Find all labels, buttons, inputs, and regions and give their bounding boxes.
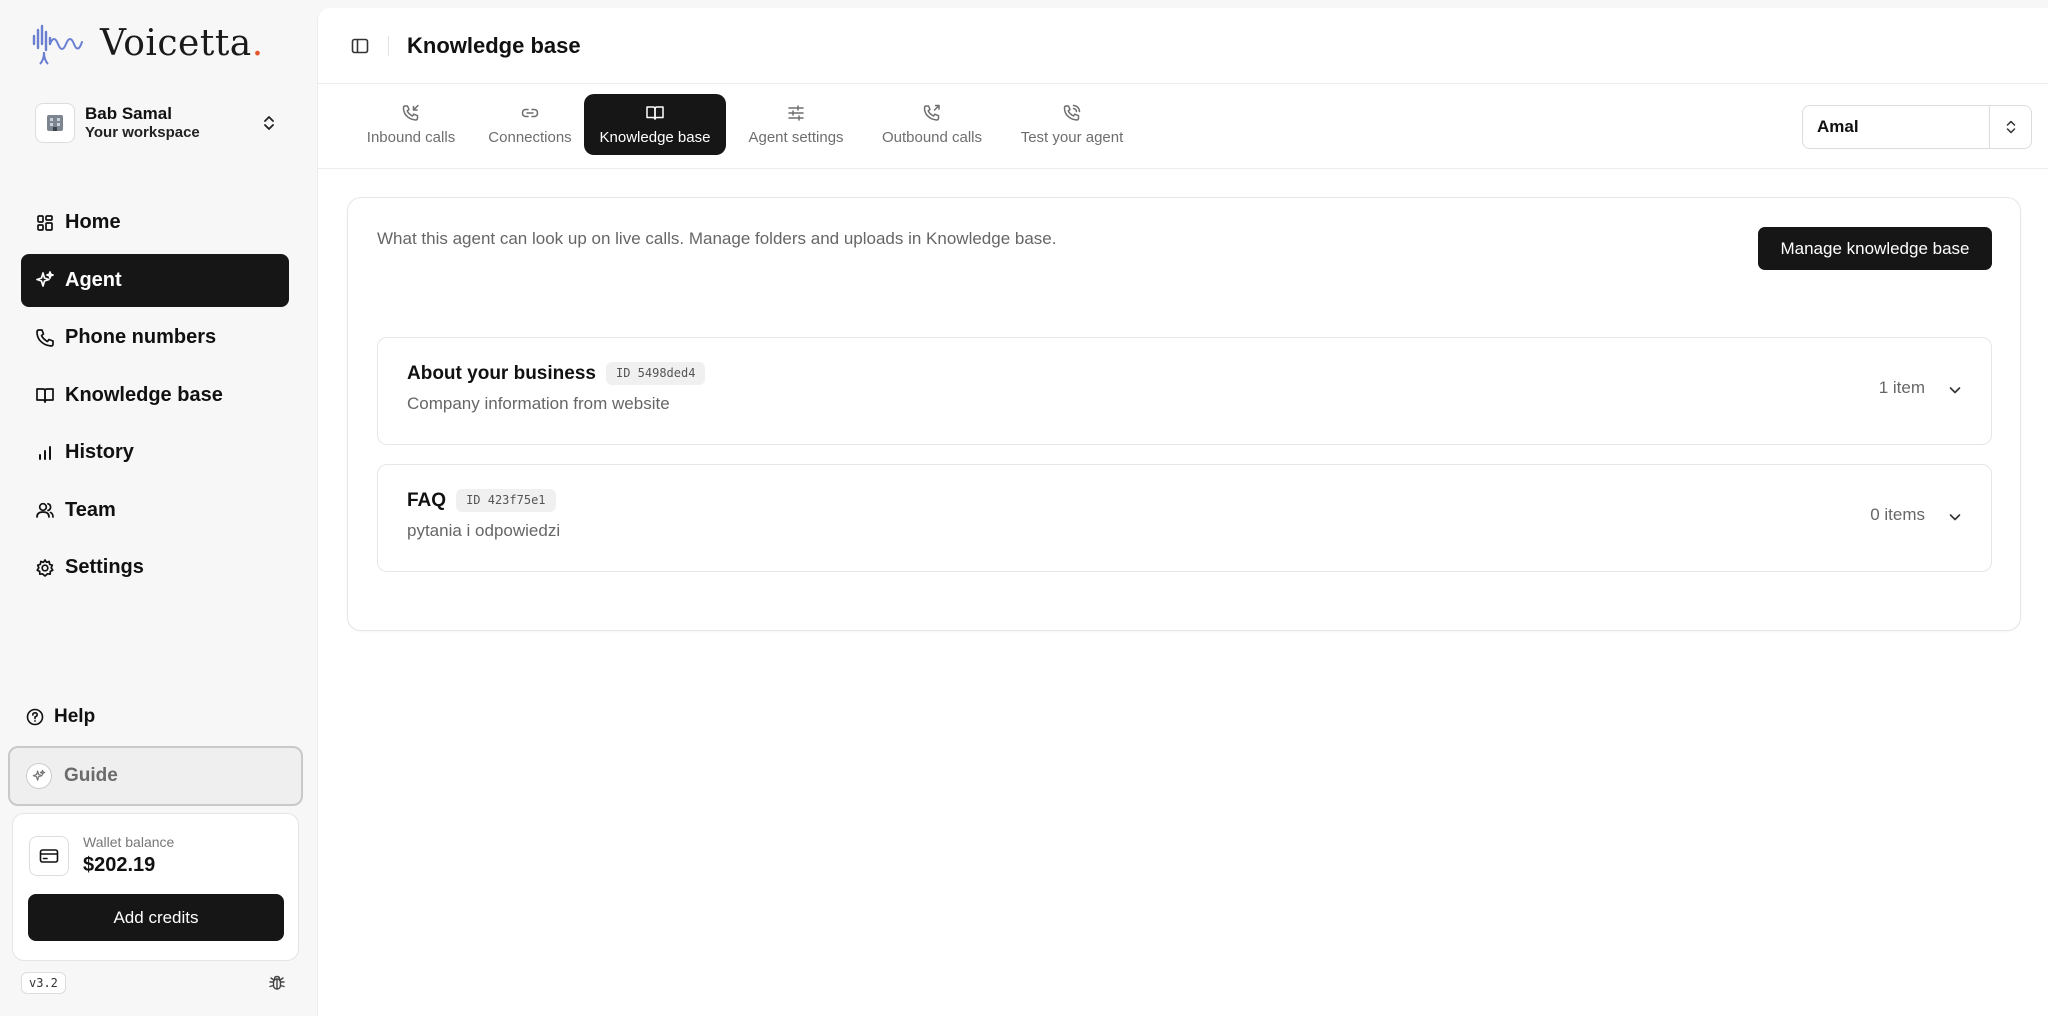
workspace-subtitle: Your workspace [85, 124, 200, 141]
sidebar-item-label: Knowledge base [65, 383, 223, 406]
sidebar-item-knowledge-base[interactable]: Knowledge base [21, 369, 289, 422]
book-open-icon [645, 103, 665, 123]
sidebar-item-label: Settings [65, 556, 144, 578]
folder-row[interactable]: About your business ID 5498ded4 Company … [377, 337, 1992, 445]
folder-item-count: 0 items [1870, 505, 1925, 524]
chevron-down-icon[interactable] [1947, 509, 1963, 525]
building-icon [47, 115, 63, 131]
tab-knowledge-base[interactable]: Knowledge base [584, 94, 726, 155]
tab-outbound-calls[interactable]: Outbound calls [874, 94, 990, 155]
book-icon [35, 385, 55, 405]
workspace-avatar [35, 103, 75, 143]
brand-name: Voicetta [100, 23, 252, 64]
guide-label: Guide [64, 765, 118, 786]
wallet-balance-amount: $202.19 [83, 854, 156, 876]
sidebar-item-settings[interactable]: Settings [21, 541, 289, 594]
folder-id-badge: ID 5498ded4 [605, 362, 706, 385]
sparkle-icon [35, 270, 55, 290]
help-link[interactable]: Help [26, 706, 95, 728]
users-icon [35, 500, 55, 520]
sidebar-item-home[interactable]: Home [21, 196, 289, 249]
tab-label: Test your agent [1020, 129, 1124, 146]
page-title: Knowledge base [407, 32, 581, 58]
sidebar-item-agent[interactable]: Agent [21, 253, 289, 307]
sliders-icon [786, 103, 806, 123]
agent-select-value: Amal [1817, 117, 1859, 136]
chevron-down-icon[interactable] [1947, 382, 1963, 398]
agent-select[interactable]: Amal [1802, 105, 2032, 149]
sidebar-nav: Home Agent Phone numbers Knowledge base … [21, 196, 289, 599]
tab-label: Outbound calls [881, 129, 983, 146]
sidebar-toggle-icon[interactable] [350, 36, 370, 56]
sparkle-icon [26, 763, 52, 789]
guide-button[interactable]: Guide [8, 746, 303, 806]
brand-logo[interactable]: Voicetta. [30, 20, 263, 68]
tab-label: Agent settings [748, 129, 844, 146]
add-credits-button[interactable]: Add credits [28, 894, 284, 941]
waveform-logo-icon [32, 24, 83, 65]
chevron-up-down-icon [2006, 120, 2015, 134]
folder-title: FAQ [407, 489, 447, 511]
main-content: Knowledge base Inbound calls Connections… [317, 8, 2048, 1016]
agent-tabs: Inbound calls Connections Knowledge base… [318, 85, 2048, 169]
chevron-up-down-icon [264, 116, 274, 130]
sidebar-item-label: History [65, 441, 134, 463]
wallet-balance-label: Wallet balance [83, 834, 175, 850]
workspace-name: Bab Samal [85, 104, 172, 123]
folder-item-count: 1 item [1878, 378, 1925, 397]
tab-test-your-agent[interactable]: Test your agent [1012, 94, 1132, 155]
gear-icon [35, 558, 55, 578]
phone-outgoing-icon [922, 103, 942, 123]
help-circle-icon [26, 708, 44, 726]
brand-dot: . [251, 23, 264, 64]
tab-connections[interactable]: Connections [475, 94, 585, 155]
folder-title: About your business [407, 362, 596, 384]
header-divider [388, 35, 389, 56]
folder-description: pytania i odpowiedzi [407, 521, 561, 540]
phone-icon [35, 328, 55, 348]
tab-label: Connections [488, 129, 572, 146]
sidebar-item-label: Home [65, 211, 121, 233]
workspace-switcher[interactable]: Bab Samal Your workspace [22, 96, 284, 150]
credit-card-icon [29, 836, 69, 876]
version-badge: v3.2 [21, 972, 66, 994]
sidebar-item-history[interactable]: History [21, 426, 289, 479]
sidebar-item-phone-numbers[interactable]: Phone numbers [21, 311, 289, 364]
tab-label: Inbound calls [366, 129, 456, 146]
sidebar-item-label: Phone numbers [65, 326, 217, 348]
panel-description: What this agent can look up on live call… [377, 229, 1057, 248]
wallet-card: Wallet balance $202.19 Add credits [12, 813, 299, 961]
tab-agent-settings[interactable]: Agent settings [740, 94, 852, 155]
bug-icon[interactable] [268, 974, 286, 992]
page-header: Knowledge base [318, 8, 2048, 84]
phone-call-icon [1062, 103, 1082, 123]
knowledge-base-panel: What this agent can look up on live call… [347, 197, 2021, 631]
manage-knowledge-base-button[interactable]: Manage knowledge base [1758, 227, 1992, 270]
agent-select-toggle[interactable] [1989, 106, 2031, 148]
folder-id-badge: ID 423f75e1 [456, 489, 556, 512]
folder-description: Company information from website [407, 394, 670, 413]
tab-label: Knowledge base [599, 129, 711, 146]
help-label: Help [54, 706, 96, 727]
sidebar-item-team[interactable]: Team [21, 484, 289, 537]
folder-row[interactable]: FAQ ID 423f75e1 pytania i odpowiedzi 0 i… [377, 464, 1992, 572]
bar-chart-icon [35, 443, 55, 463]
phone-incoming-icon [401, 103, 421, 123]
grid-icon [35, 213, 55, 233]
sidebar-item-label: Team [65, 498, 116, 521]
sidebar-item-label: Agent [65, 268, 122, 291]
sidebar: Voicetta. Bab Samal Your workspace Home [0, 0, 317, 1016]
tab-inbound-calls[interactable]: Inbound calls [351, 94, 471, 155]
link-icon [520, 103, 540, 123]
